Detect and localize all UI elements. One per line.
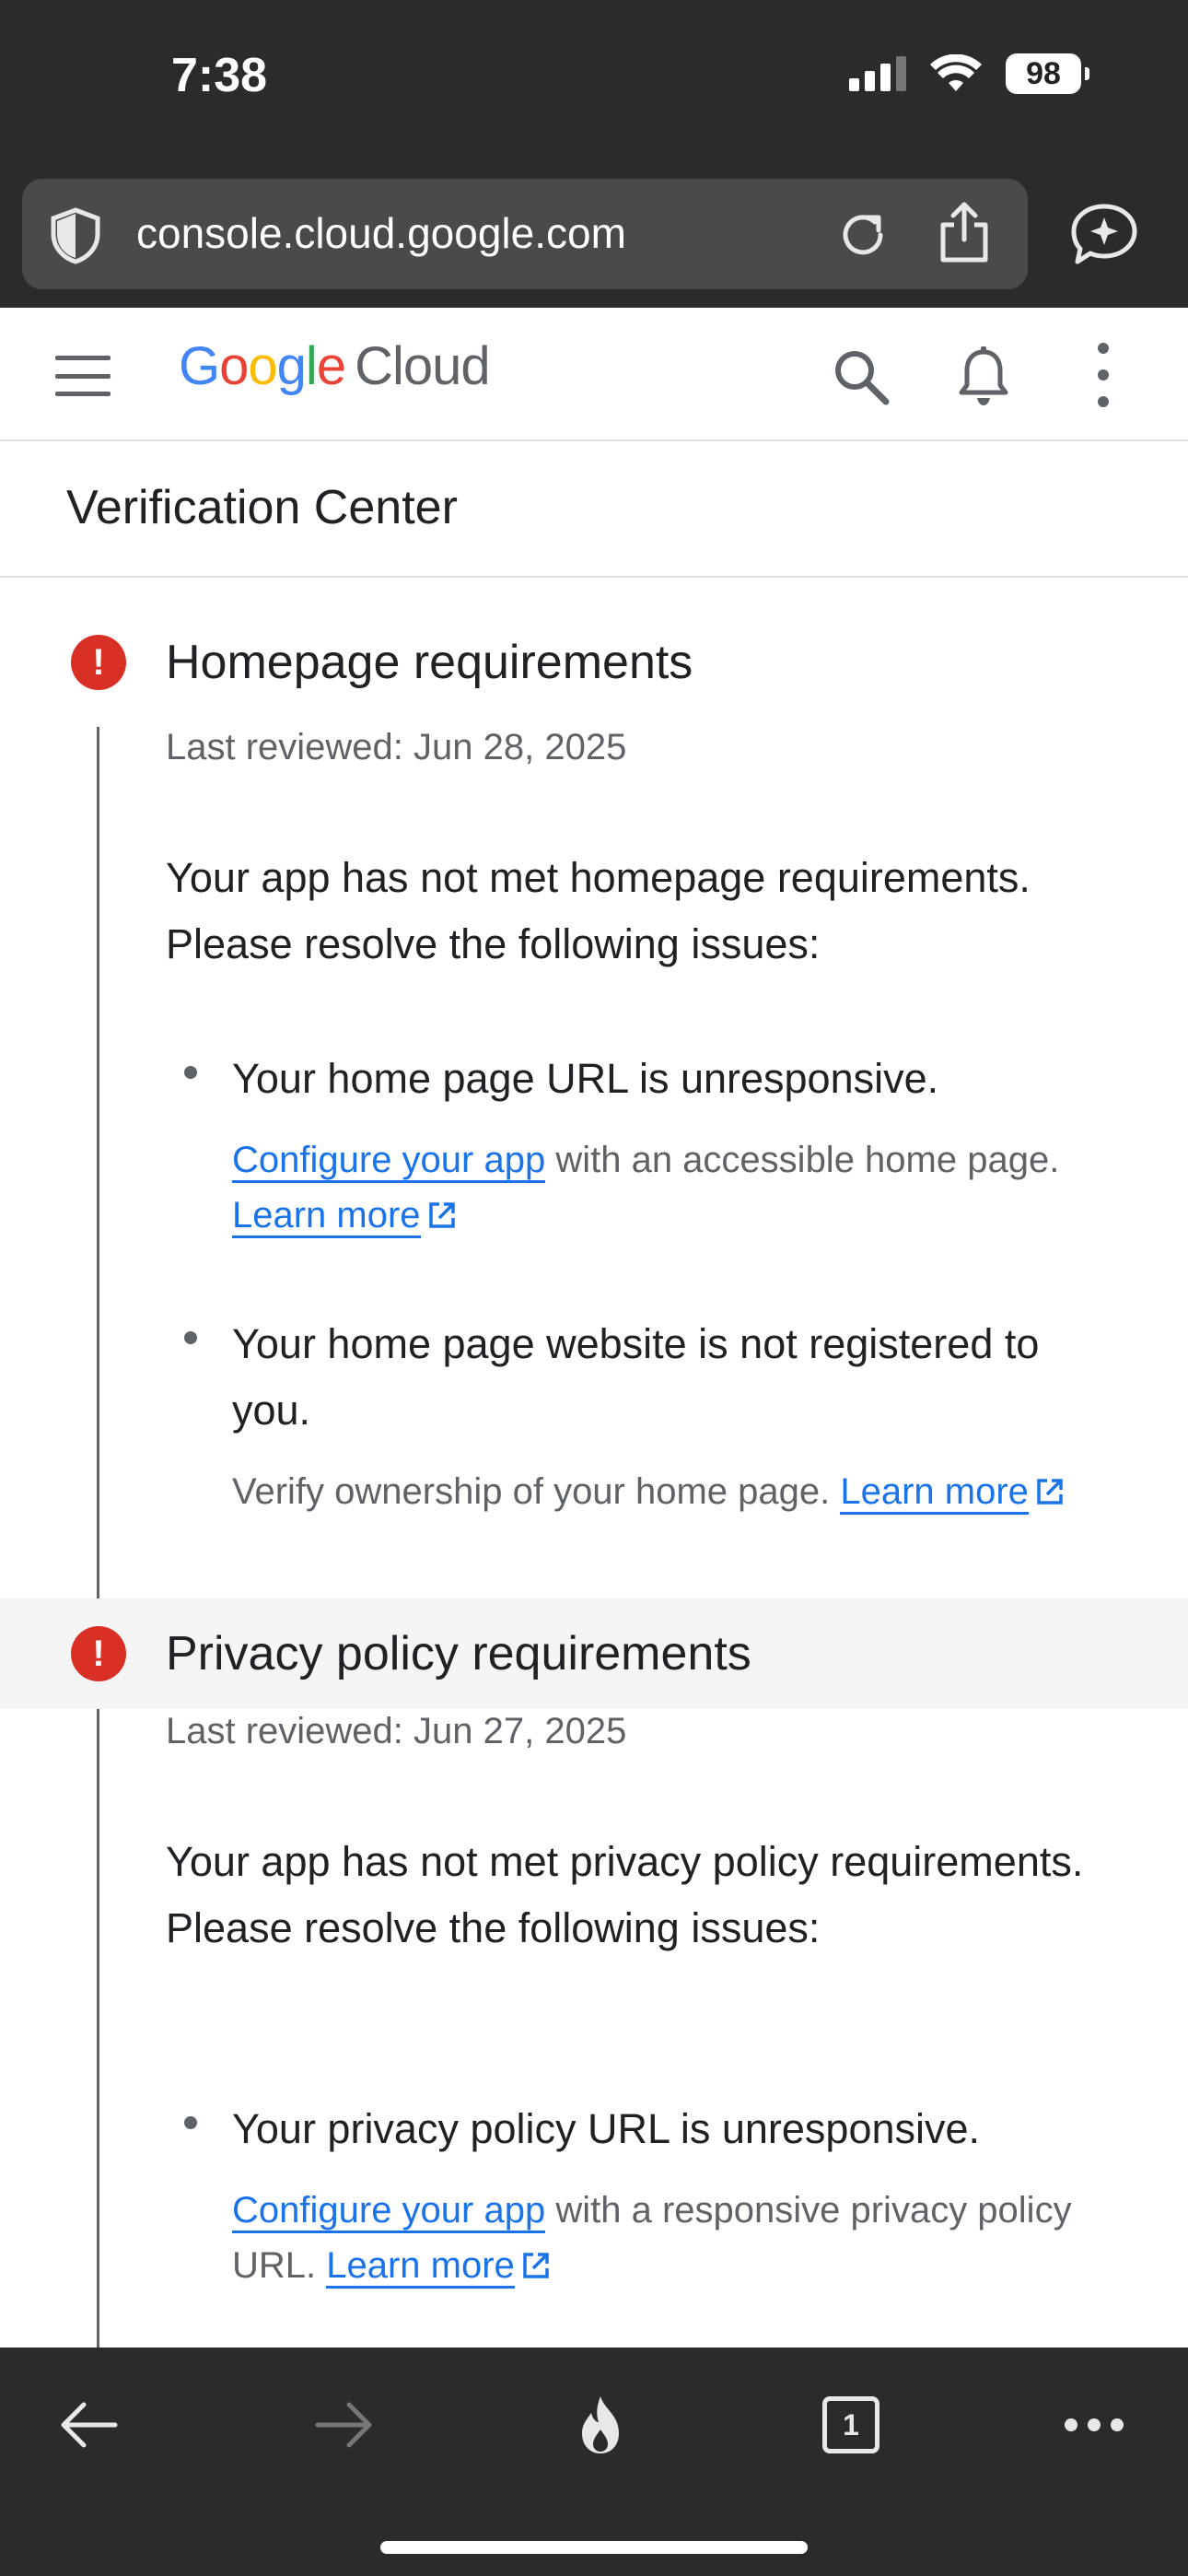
- url-text[interactable]: console.cloud.google.com: [136, 208, 626, 258]
- learn-more-link[interactable]: Learn more: [232, 1195, 421, 1238]
- error-icon: !: [71, 635, 126, 690]
- back-button[interactable]: [52, 2388, 125, 2462]
- bell-icon[interactable]: [956, 345, 1011, 407]
- learn-more-link[interactable]: Learn more: [326, 2245, 515, 2289]
- hint-text: with an accessible home page.: [545, 1140, 1060, 1180]
- timeline-line: [97, 1711, 99, 2348]
- reload-icon[interactable]: [833, 205, 893, 265]
- learn-more-link[interactable]: Learn more: [840, 1471, 1029, 1515]
- last-reviewed: Last reviewed: Jun 28, 2025: [166, 727, 627, 767]
- tabs-button[interactable]: 1: [814, 2388, 888, 2462]
- battery-indicator: 98: [1006, 53, 1089, 94]
- bullet: [184, 2116, 197, 2129]
- section-title: Privacy policy requirements: [166, 1627, 751, 1680]
- shield-icon[interactable]: [46, 206, 105, 265]
- section-header-homepage: ! Homepage requirements: [0, 607, 1188, 718]
- page-title-bar: Verification Center: [0, 441, 1188, 578]
- issue-text: Your home page website is not registered…: [232, 1320, 1040, 1434]
- forward-button[interactable]: [308, 2388, 381, 2462]
- tabs-count: 1: [843, 2407, 859, 2441]
- assistant-icon[interactable]: [1068, 201, 1140, 267]
- cellular-signal-icon: [849, 56, 906, 91]
- section-header-privacy: ! Privacy policy requirements: [0, 1598, 1188, 1709]
- external-link-icon[interactable]: [426, 1200, 458, 1231]
- external-link-icon[interactable]: [520, 2250, 552, 2281]
- last-reviewed: Last reviewed: Jun 27, 2025: [166, 1711, 627, 1751]
- hint-text: Verify ownership of your home page.: [232, 1471, 841, 1512]
- section-message: Your app has not met homepage requiremen…: [166, 854, 1031, 967]
- share-icon[interactable]: [934, 199, 995, 265]
- fire-icon[interactable]: [571, 2393, 630, 2457]
- forward-arrow-icon[interactable]: [312, 2397, 377, 2453]
- search-icon[interactable]: [831, 346, 891, 407]
- issue-hint: Verify ownership of your home page. Lear…: [232, 1464, 1135, 1519]
- screen: 7:38 98 console.cloud.google.com Google …: [0, 0, 1188, 2576]
- issue-text: Your privacy policy URL is unresponsive.: [232, 2105, 981, 2152]
- tabs-icon[interactable]: 1: [822, 2396, 879, 2453]
- browser-top-chrome: 7:38 98 console.cloud.google.com: [0, 0, 1188, 308]
- configure-app-link[interactable]: Configure your app: [232, 1140, 546, 1183]
- wifi-icon: [930, 54, 982, 91]
- back-arrow-icon[interactable]: [56, 2397, 121, 2453]
- bullet: [184, 1331, 197, 1344]
- browser-bottom-toolbar: 1: [0, 2348, 1188, 2576]
- status-time: 7:38: [171, 49, 268, 102]
- section-message: Your app has not met privacy policy requ…: [166, 1838, 1084, 1951]
- page-title: Verification Center: [66, 481, 458, 534]
- google-cloud-logo[interactable]: Google Cloud: [179, 335, 491, 397]
- more-menu-button[interactable]: [1057, 2388, 1131, 2462]
- fire-button[interactable]: [564, 2388, 637, 2462]
- verification-content[interactable]: ! Homepage requirements Last reviewed: J…: [0, 578, 1188, 2348]
- external-link-icon[interactable]: [1034, 1476, 1066, 1507]
- bullet: [184, 1066, 197, 1079]
- address-bar[interactable]: console.cloud.google.com: [22, 179, 1028, 289]
- issue-hint: Configure your app with a responsive pri…: [232, 2183, 1135, 2293]
- more-horiz-icon[interactable]: [1062, 2416, 1126, 2434]
- menu-icon[interactable]: [55, 356, 111, 396]
- app-header: Google Cloud: [0, 308, 1188, 441]
- status-icons: 98: [849, 53, 1089, 94]
- more-vert-icon[interactable]: [1092, 343, 1114, 407]
- timeline-line: [97, 727, 99, 1746]
- issue-text: Your home page URL is unresponsive.: [232, 1055, 939, 1102]
- home-indicator: [380, 2541, 808, 2554]
- issue-hint: Configure your app with an accessible ho…: [232, 1132, 1135, 1243]
- error-icon: !: [71, 1626, 126, 1681]
- configure-app-link[interactable]: Configure your app: [232, 2190, 546, 2233]
- section-title: Homepage requirements: [166, 636, 693, 689]
